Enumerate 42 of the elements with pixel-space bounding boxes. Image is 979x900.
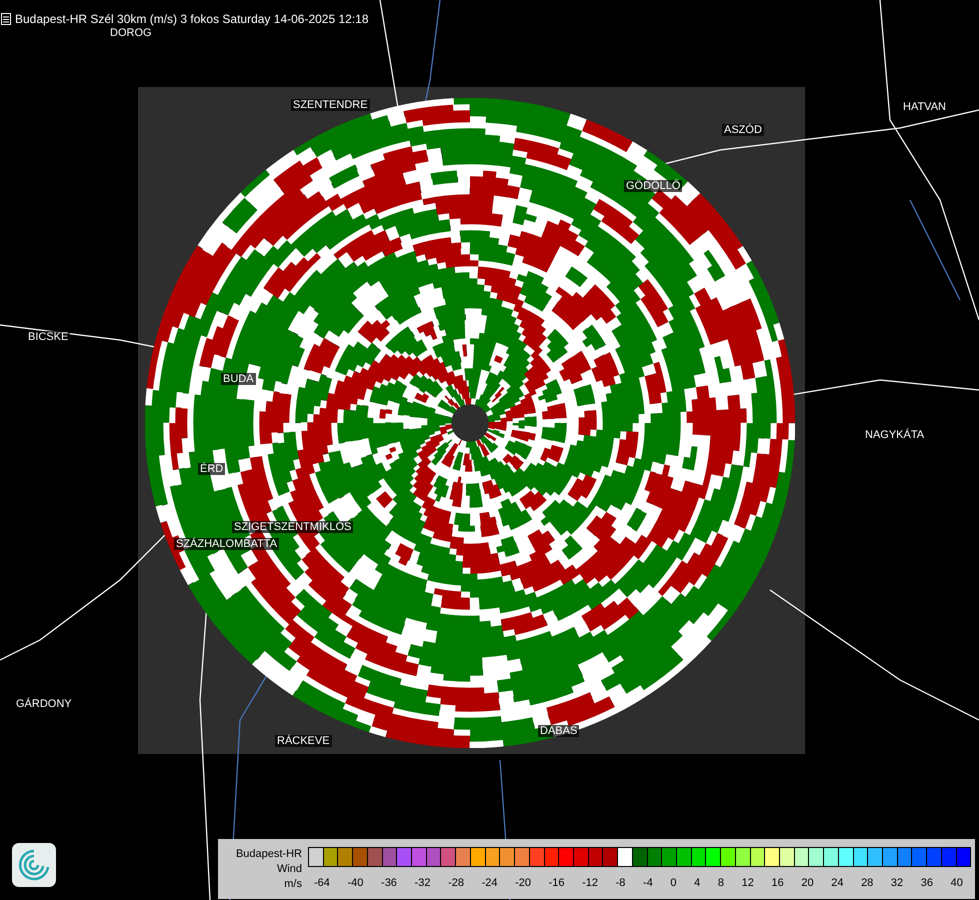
place-name: DOROG: [108, 27, 154, 39]
place-name: SZÁZHALOMBATTA: [174, 538, 280, 550]
scale-tick-label: 28: [861, 877, 874, 889]
legend-quantity: Wind: [276, 862, 302, 877]
scale-tick-label: 36: [920, 877, 934, 889]
place-name: BICSKE: [26, 331, 70, 343]
scale-tick-label: -8: [616, 877, 626, 889]
scale-tick-label: 20: [801, 877, 814, 889]
scale-tick-label: -36: [381, 877, 397, 889]
document-icon: [1, 13, 11, 25]
scale-tick-label: -20: [515, 877, 531, 889]
scale-tick-label: -40: [348, 877, 364, 889]
scale-tick-label: 12: [742, 877, 754, 889]
place-name: GÖDÖLLŐ: [624, 180, 682, 192]
scale-tick-label: -32: [414, 877, 430, 889]
scale-tick-label: 40: [950, 877, 963, 889]
place-name: ÉRD: [198, 463, 226, 475]
scale-tick-label: -12: [582, 877, 598, 889]
legend-unit: m/s: [284, 877, 302, 892]
place-name: GÁRDONY: [14, 698, 74, 710]
scale-tick-label: 24: [831, 877, 844, 889]
place-name: SZENTENDRE: [291, 99, 370, 111]
swirl-logo-icon: [12, 843, 56, 887]
place-name: BUDA: [221, 373, 256, 385]
scale-tick-label: -16: [548, 877, 565, 889]
legend-station: Budapest-HR: [236, 847, 302, 862]
place-name: NAGYKÁTA: [863, 429, 926, 441]
scale-tick-label: 16: [771, 877, 784, 889]
radar-title: Budapest-HR Szél 30km (m/s) 3 fokos Saturday 14-06-2025 12:18: [15, 12, 369, 26]
scale-tick-label: -64: [314, 877, 330, 889]
place-name: RÁCKEVE: [275, 735, 332, 747]
place-name: ASZÓD: [722, 124, 764, 136]
scale-tick-label: 8: [718, 877, 724, 889]
scale-tick-label: -24: [482, 877, 498, 889]
scale-tick-label: -28: [448, 877, 464, 889]
place-name: DABAS: [538, 725, 580, 737]
place-name: SZIGETSZENTMIKLÓS: [232, 521, 354, 533]
scale-tick-label: 0: [670, 877, 677, 889]
scale-tick-label: -4: [643, 877, 653, 889]
scale-tick-label: 32: [890, 877, 904, 889]
scale-tick-label: 4: [694, 877, 700, 889]
place-name: HATVAN: [901, 101, 948, 113]
